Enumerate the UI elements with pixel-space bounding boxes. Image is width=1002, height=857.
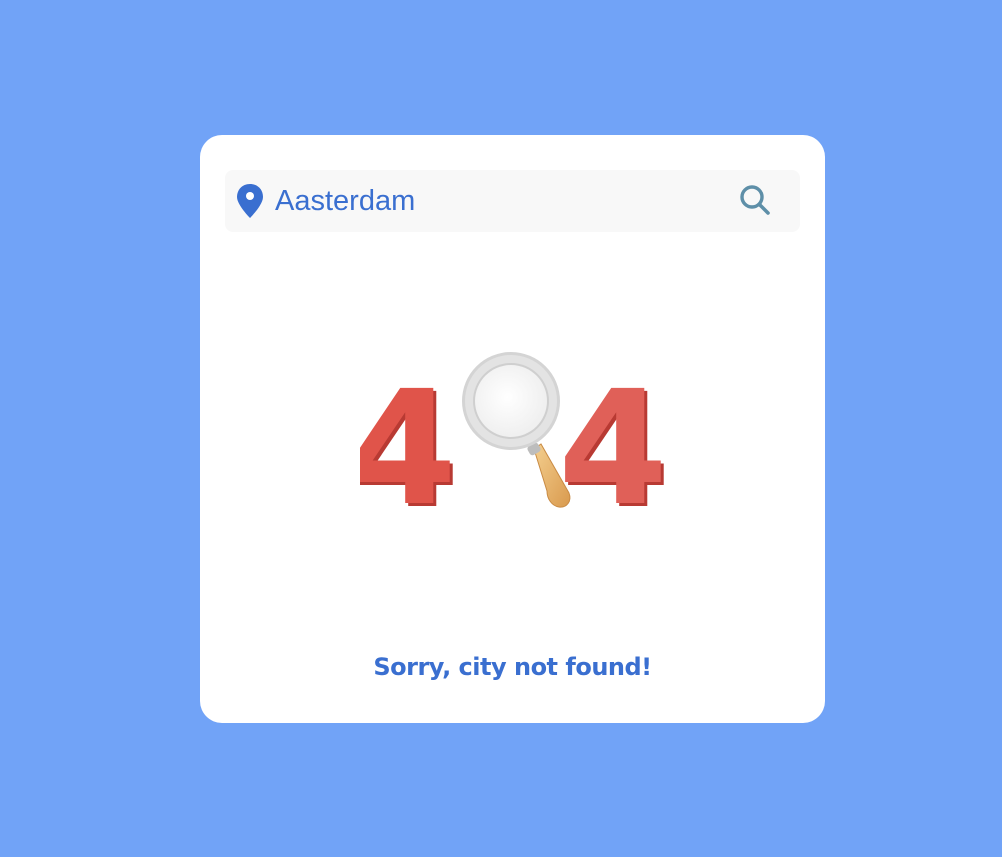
error-digit-left-face: 4 [360,357,457,523]
search-icon [740,185,770,215]
magnifying-glass-icon [462,352,571,508]
error-digit-right-face: 4 [558,357,668,523]
not-found-illustration: 4 4 4 4 [360,352,670,523]
weather-card: 4 4 4 4 Sorry, city not found! [200,135,825,723]
not-found-message: Sorry, city not found! [373,653,652,681]
search-bar [225,170,800,232]
search-button[interactable] [735,183,775,219]
city-search-input[interactable] [275,179,725,223]
map-pin-icon [237,184,263,218]
